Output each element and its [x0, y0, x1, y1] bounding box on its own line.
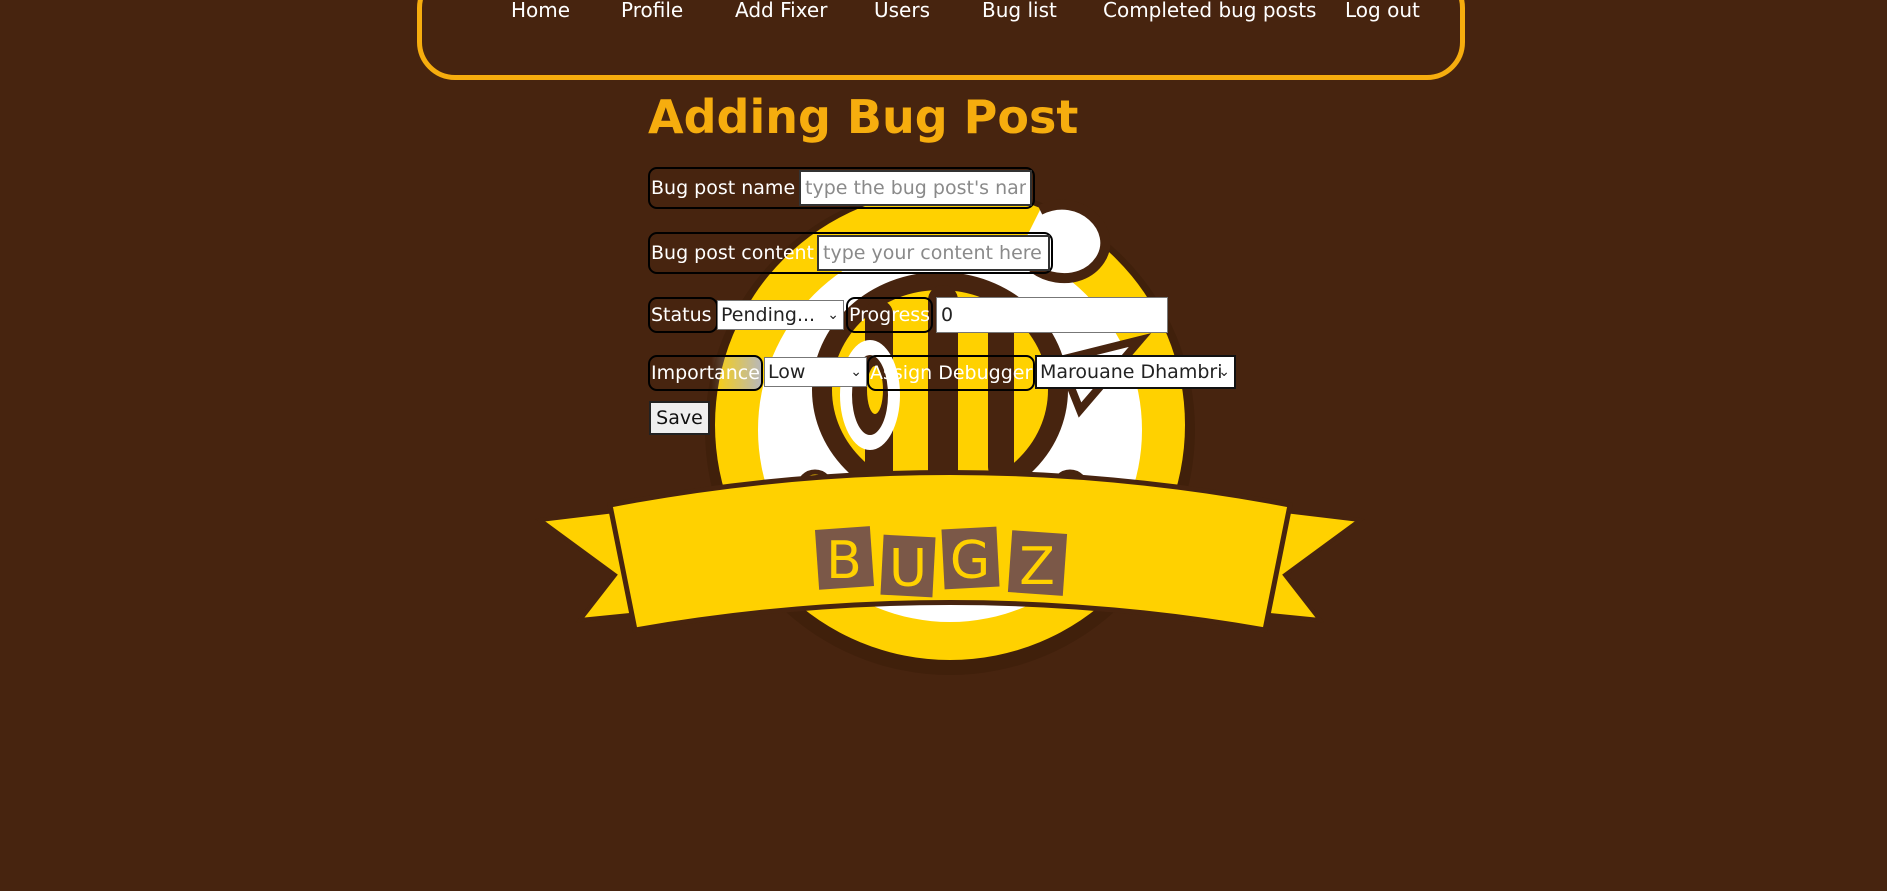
bug-post-content-input[interactable]: [817, 235, 1050, 271]
chevron-down-icon: ⌄: [827, 307, 839, 323]
assign-debugger-label-box: Assign Debugger :: [867, 355, 1035, 391]
nav-add-fixer-link[interactable]: Add Fixer: [735, 0, 827, 23]
nav-users-link[interactable]: Users: [874, 0, 930, 23]
svg-text:Z: Z: [1019, 537, 1055, 597]
chevron-down-icon: ⌄: [1218, 364, 1230, 380]
status-select[interactable]: Pending... ⌄: [717, 300, 844, 330]
status-label: Status :: [651, 304, 718, 326]
bug-post-name-input[interactable]: [799, 170, 1032, 206]
bug-post-content-label: Bug post content :: [651, 242, 827, 264]
importance-select[interactable]: Low ⌄: [764, 357, 867, 387]
importance-label-box: Importance :: [648, 355, 763, 391]
assign-debugger-label: Assign Debugger :: [870, 362, 1035, 384]
status-label-box: Status :: [648, 297, 718, 333]
save-button[interactable]: Save: [649, 401, 710, 435]
nav-profile-link[interactable]: Profile: [621, 0, 683, 23]
svg-text:G: G: [950, 531, 990, 591]
importance-selected-value: Low: [768, 361, 806, 383]
nav-home-link[interactable]: Home: [511, 0, 570, 23]
assign-debugger-select[interactable]: Marouane Dhambri ⌄: [1035, 355, 1236, 389]
status-selected-value: Pending...: [721, 304, 816, 326]
progress-label: Progress :: [849, 304, 931, 326]
navbar: Home Profile Add Fixer Users Bug list Co…: [417, 0, 1465, 80]
bug-post-name-label: Bug post name :: [651, 177, 808, 199]
progress-label-box: Progress :: [846, 297, 933, 333]
svg-text:B: B: [826, 531, 862, 591]
nav-bug-list-link[interactable]: Bug list: [982, 0, 1057, 23]
chevron-down-icon: ⌄: [850, 364, 862, 380]
progress-input[interactable]: [936, 297, 1168, 333]
nav-log-out-link[interactable]: Log out: [1345, 0, 1420, 23]
svg-text:U: U: [889, 539, 927, 599]
importance-label: Importance :: [651, 362, 763, 384]
page-title: Adding Bug Post: [648, 90, 1079, 144]
nav-completed-bug-posts-link[interactable]: Completed bug posts: [1103, 0, 1316, 23]
page: B U G Z Home Profile Add Fixer Users Bug…: [0, 0, 1887, 891]
assign-debugger-selected-value: Marouane Dhambri: [1040, 361, 1223, 383]
